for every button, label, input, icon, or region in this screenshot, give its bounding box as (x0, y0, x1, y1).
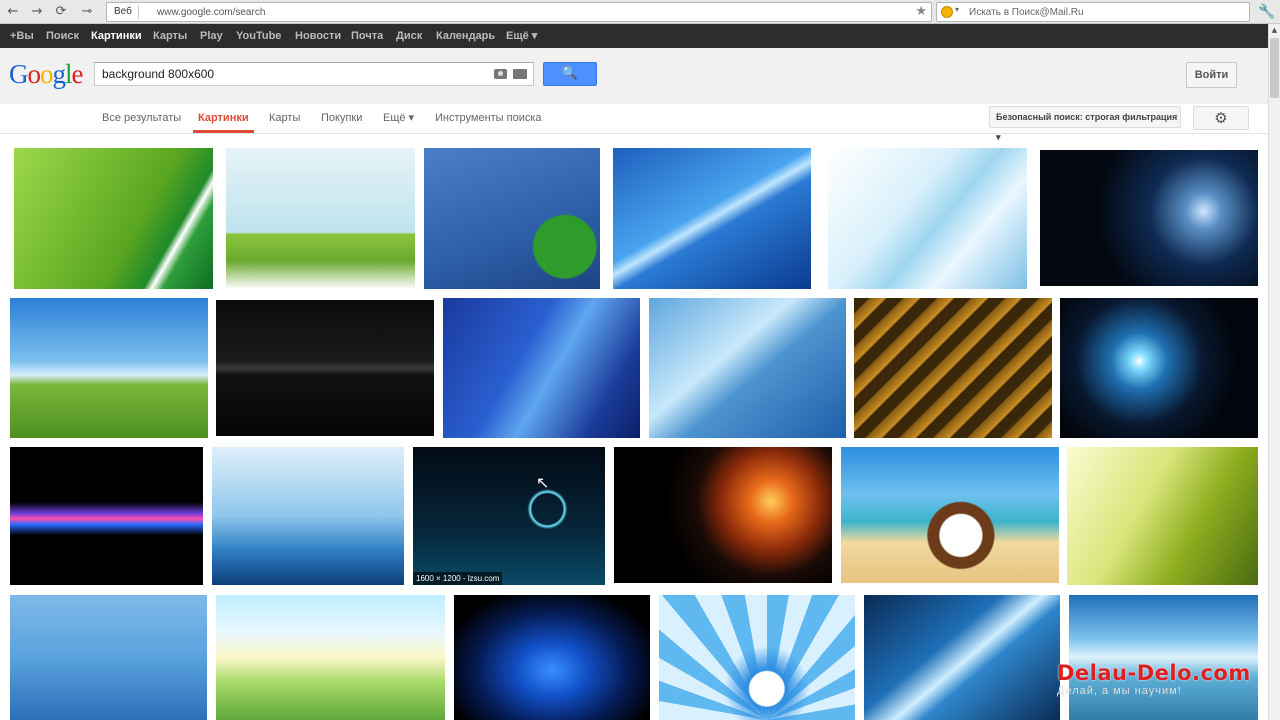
gear-icon[interactable]: ⚙ (1193, 106, 1249, 130)
image-result[interactable] (10, 298, 208, 438)
image-result[interactable] (14, 148, 213, 289)
tab-all[interactable]: Все результаты (102, 104, 181, 133)
signin-button[interactable]: Войти (1186, 62, 1237, 88)
vertical-scrollbar[interactable]: ▲ (1268, 24, 1280, 720)
search-header: Google background 800x600 🔍 Войти (0, 48, 1268, 104)
keyboard-icon[interactable] (513, 69, 527, 79)
scroll-up-icon[interactable]: ▲ (1269, 24, 1280, 36)
google-logo[interactable]: Google (9, 59, 83, 89)
image-result[interactable] (828, 148, 1027, 289)
gbar-item-news[interactable]: Новости (295, 24, 341, 48)
gbar-item-play[interactable]: Play (200, 24, 223, 48)
gbar-item-plus[interactable]: +Вы (10, 24, 34, 48)
image-result[interactable] (1040, 150, 1258, 286)
mail-search-placeholder[interactable]: Искать в Поиск@Mail.Ru (969, 6, 1084, 20)
browser-toolbar: ← → ⟳ ⊸ Веб www.google.com/search ★ ▾ Ис… (0, 0, 1280, 24)
image-result[interactable] (854, 298, 1052, 438)
camera-icon[interactable] (494, 69, 507, 79)
bookmark-star-icon[interactable]: ★ (915, 4, 927, 20)
back-icon[interactable]: ← (4, 3, 22, 21)
image-result[interactable] (1067, 447, 1258, 585)
image-result[interactable] (454, 595, 650, 720)
search-icon: 🔍 (561, 66, 579, 81)
search-button[interactable]: 🔍 (543, 62, 597, 86)
tab-maps[interactable]: Карты (269, 104, 300, 133)
tab-shopping[interactable]: Покупки (321, 104, 362, 133)
image-result[interactable] (614, 447, 832, 583)
image-result[interactable] (216, 595, 445, 720)
gbar-item-maps[interactable]: Карты (153, 24, 187, 48)
gbar-item-mail[interactable]: Почта (351, 24, 383, 48)
image-result[interactable] (212, 447, 404, 585)
reload-icon[interactable]: ⟳ (52, 3, 70, 21)
logo-letter: e (71, 59, 84, 89)
address-url[interactable]: www.google.com/search (157, 6, 265, 20)
mouse-cursor-icon: ↖ (536, 473, 550, 492)
watermark-title: Delau-Delo.com (1057, 661, 1251, 685)
image-result[interactable] (659, 595, 855, 720)
safe-search-dropdown[interactable]: Безопасный поиск: строгая фильтрация ▾ (989, 106, 1181, 142)
gbar-item-images[interactable]: Картинки (91, 24, 142, 48)
watermark-subtitle: Делай, а мы научим! (1057, 685, 1182, 697)
image-result[interactable] (1060, 298, 1258, 438)
logo-letter: g (52, 59, 66, 89)
gbar-item-drive[interactable]: Диск (396, 24, 422, 48)
image-caption: 1600 × 1200 - lzsu.com (413, 572, 503, 585)
tab-search-tools[interactable]: Инструменты поиска (435, 104, 542, 133)
tab-images[interactable]: Картинки (193, 104, 254, 133)
image-result[interactable] (10, 447, 203, 585)
gbar-item-more[interactable]: Ещё ▾ (506, 24, 537, 48)
search-tabs: Все результаты Картинки Карты Покупки Ещ… (0, 104, 1268, 142)
chevron-down-icon[interactable]: ▾ (955, 5, 959, 14)
image-result[interactable] (613, 148, 811, 289)
forward-icon[interactable]: → (28, 3, 46, 21)
scroll-thumb[interactable] (1270, 38, 1279, 98)
gbar-item-search[interactable]: Поиск (46, 24, 79, 48)
image-result[interactable] (649, 298, 846, 438)
wrench-icon[interactable]: 🔧 (1258, 3, 1276, 21)
watermark: Delau-Delo.com Делай, а мы научим! (1057, 661, 1251, 698)
image-results: 1600 × 1200 - lzsu.com (0, 134, 1268, 720)
image-result[interactable] (226, 148, 415, 289)
logo-letter: G (9, 59, 28, 89)
tab-more[interactable]: Ещё ▾ (383, 104, 414, 133)
image-result[interactable] (443, 298, 640, 438)
search-query[interactable]: background 800x600 (102, 67, 214, 82)
image-result[interactable] (864, 595, 1060, 720)
address-bar[interactable]: Веб www.google.com/search ★ (106, 2, 932, 22)
image-result[interactable] (1069, 595, 1258, 720)
mail-ru-icon[interactable] (941, 6, 953, 18)
mail-search-box[interactable]: ▾ Искать в Поиск@Mail.Ru (936, 2, 1250, 22)
gbar-item-calendar[interactable]: Календарь (436, 24, 495, 48)
home-icon[interactable]: ⊸ (78, 3, 96, 21)
gbar-item-youtube[interactable]: YouTube (236, 24, 281, 48)
image-result[interactable] (424, 148, 600, 289)
logo-letter: o (27, 59, 41, 89)
address-chip[interactable]: Веб (110, 5, 139, 19)
logo-letter: o (40, 59, 53, 89)
image-result[interactable] (216, 300, 434, 436)
image-result[interactable] (841, 447, 1059, 583)
image-result[interactable]: 1600 × 1200 - lzsu.com (413, 447, 605, 585)
image-result[interactable] (10, 595, 207, 720)
google-bar: +Вы Поиск Картинки Карты Play YouTube Но… (0, 24, 1280, 48)
search-input[interactable]: background 800x600 (94, 62, 534, 86)
